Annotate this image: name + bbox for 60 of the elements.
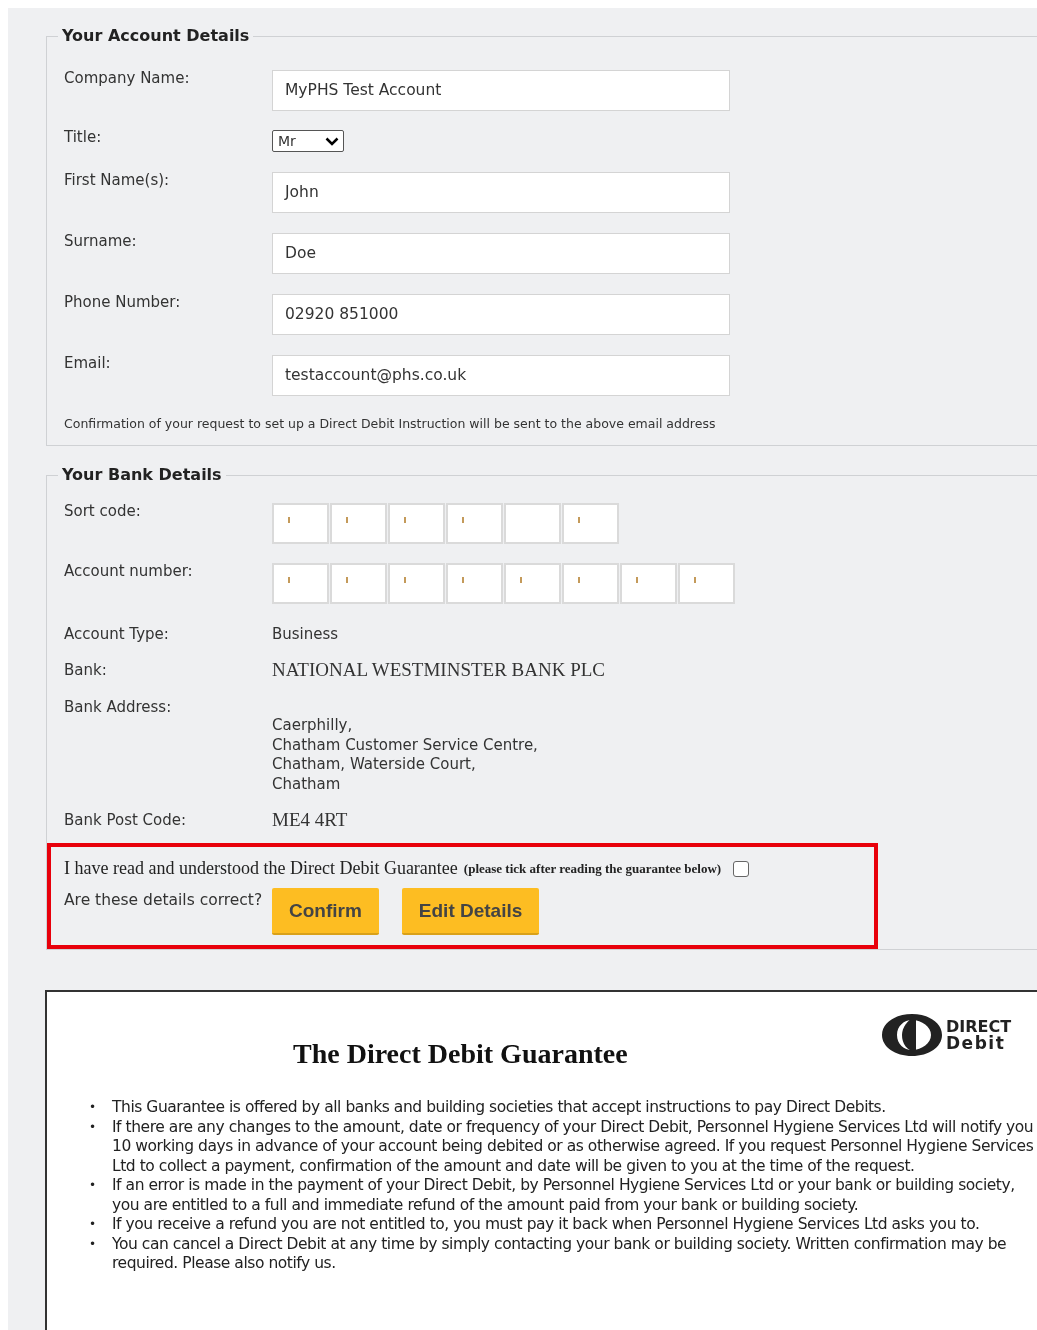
bullet-mark: • [89,1118,97,1136]
field-label: Account number: [64,562,194,580]
field-value: Business [272,625,340,643]
field-label: Company Name: [64,69,191,87]
digit-box[interactable] [446,563,503,604]
field-label: Bank Post Code: [64,811,188,829]
address-line: Chatham [272,774,342,794]
text-input[interactable]: MyPHS Test Account [272,70,730,111]
title-dropdown[interactable]: Mr [272,130,344,152]
field-value: ME4 4RT [272,810,349,830]
bullet-mark: • [89,1099,97,1116]
logo-icon [880,1012,944,1058]
edit-button[interactable]: Edit Details [401,888,540,935]
text-input[interactable]: Doe [272,233,730,274]
direct-debit-logo: DIRECT Debit [946,1018,1012,1052]
address-line: Chatham Customer Service Centre, [272,735,539,755]
digit-box[interactable] [388,503,445,544]
guarantee-item: If an error is made in the payment of your Direct Debit, by Personnel Hygiene Services Ltd or your bank or building society, you are entitled to a full and immediate refund of the amount paid from your bank or building society. [112,1176,1016,1215]
field-label: Sort code: [64,502,142,520]
text-input[interactable]: 02920 851000 [272,294,730,335]
address-line: Caerphilly, [272,716,354,736]
digit-box[interactable] [330,563,387,604]
bullet-mark: • [89,1216,97,1233]
digit-box[interactable] [446,503,503,544]
digit-box[interactable] [562,563,619,604]
text-input[interactable]: John [272,172,730,213]
guarantee-item: You can cancel a Direct Debit at any time by simply contacting your bank or building society. Written confirmation may be required. Please also notify us. [112,1234,1008,1274]
text-input[interactable]: testaccount@phs.co.uk [272,355,730,396]
field-label: Phone Number: [64,293,182,311]
digit-box[interactable] [504,503,561,544]
guarantee-title: The Direct Debit Guarantee [293,1038,628,1070]
digit-box[interactable] [678,563,735,604]
guarantee-item: If you receive a refund you are not entitled to, you must pay it back when Personnel Hygiene Services Ltd asks you to. [112,1215,980,1235]
field-label: Title: [64,128,103,146]
guarantee-label: I have read and understood the Direct Debit Guarantee [64,858,458,879]
field-label: Bank Address: [64,698,173,716]
bullet-mark: • [89,1235,97,1253]
field-label: Email: [64,354,112,372]
info-note: Confirmation of your request to set up a Direct Debit Instruction will be sent to the above email address [64,416,717,431]
digit-box[interactable] [388,563,445,604]
confirm-button[interactable]: Confirm [272,888,379,935]
digit-box[interactable] [272,503,329,544]
guarantee-item: This Guarantee is offered by all banks and building societies that accept instructions to pay Direct Debits. [112,1098,886,1118]
guarantee-checkbox[interactable] [733,860,750,877]
guarantee-hint: (please tick after reading the guarantee below) [463,860,722,877]
digit-box[interactable] [562,503,619,544]
digit-box[interactable] [504,563,561,604]
digit-box[interactable] [620,563,677,604]
field-label: Account Type: [64,625,170,643]
field-label: Surname: [64,232,138,250]
field-value: NATIONAL WESTMINSTER BANK PLC [272,660,607,680]
field-label: Bank: [64,661,108,679]
chevron-down-icon [325,136,339,146]
digit-box[interactable] [330,503,387,544]
address-line: Chatham, Waterside Court, [272,755,477,775]
field-label: First Name(s): [64,171,171,189]
bullet-mark: • [89,1177,97,1194]
digit-box[interactable] [272,563,329,604]
question-label: Are these details correct? [64,890,264,911]
guarantee-item: If there are any changes to the amount, date or frequency of your Direct Debit, Personnel Hygiene Services Ltd will notify you 10 working days in advance of your account being debited or as otherwise agreed. If you request Personnel Hygiene Services Ltd to collect a payment, confirmation of the amount and date will be given to you at the time of the request. [112,1117,1035,1176]
